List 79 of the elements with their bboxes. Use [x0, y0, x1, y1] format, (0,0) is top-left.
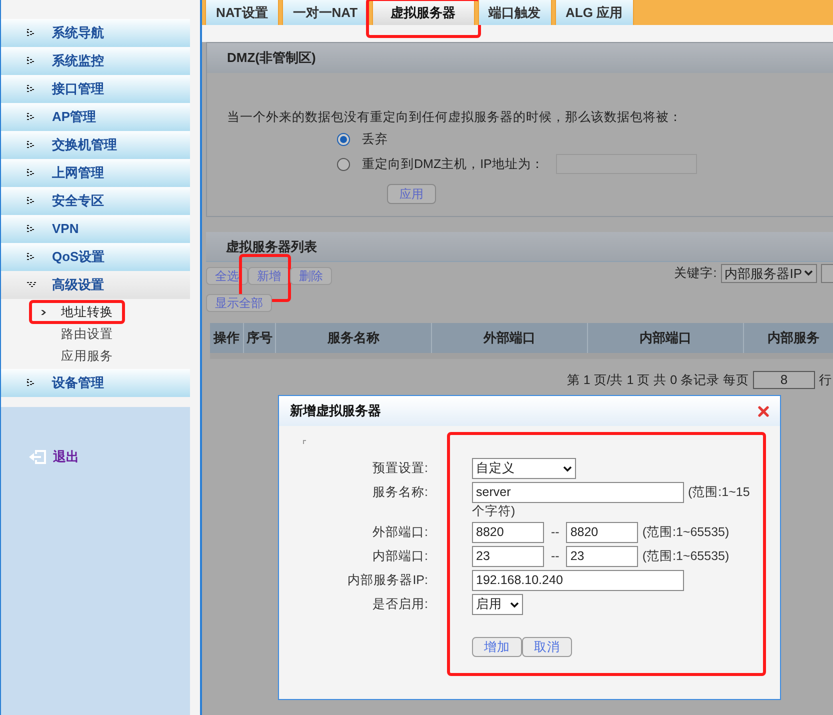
- field-label: 内部端口:: [372, 548, 429, 565]
- sidebar-subitem[interactable]: 应用服务: [61, 346, 113, 366]
- hint-text: (范围:1~15: [688, 484, 750, 502]
- tab[interactable]: 虚拟服务器: [372, 0, 475, 25]
- chevron-right-icon: [27, 113, 37, 121]
- input-field[interactable]: 8820: [566, 522, 638, 543]
- arrow-right-icon: [41, 310, 48, 314]
- input-field[interactable]: 23: [566, 546, 638, 567]
- field-label: 外部端口:: [372, 524, 429, 541]
- column-header: 外部端口: [432, 322, 588, 353]
- section-header: 虚拟服务器列表: [206, 232, 833, 262]
- dialog-title: 新增虚拟服务器: [290, 402, 381, 420]
- tab[interactable]: 端口触发: [478, 0, 552, 25]
- field-label: 是否启用:: [372, 596, 429, 613]
- chevron-right-icon: [27, 379, 37, 387]
- logout-link[interactable]: 退出: [53, 447, 79, 466]
- field-label: 内部服务器IP:: [346, 572, 429, 589]
- pagination-text: 第 1 页/共 1 页 共 0 条记录 每页: [566, 372, 749, 389]
- input-field[interactable]: 8820: [472, 522, 544, 543]
- chevron-right-icon: [27, 253, 37, 261]
- sidebar-item[interactable]: 接口管理: [1, 75, 190, 103]
- tab[interactable]: 一对一NAT: [282, 0, 369, 25]
- keyword-select[interactable]: 内部服务器IP: [720, 264, 817, 283]
- sidebar-item[interactable]: 设备管理: [1, 369, 190, 397]
- exit-icon: [29, 448, 47, 465]
- corner-mark-icon: [303, 440, 306, 444]
- radio-label: 重定向到DMZ主机，IP地址为：: [362, 156, 544, 173]
- chevron-right-icon: [27, 169, 37, 177]
- input-field[interactable]: 192.168.10.240: [472, 570, 684, 591]
- sidebar-item[interactable]: VPN: [1, 215, 190, 243]
- close-icon[interactable]: [758, 406, 769, 416]
- chevron-down-icon: [804, 270, 813, 276]
- column-header: 内部服务: [744, 322, 833, 353]
- sidebar-item[interactable]: QoS设置: [1, 243, 190, 271]
- select-field[interactable]: 启用: [472, 594, 523, 615]
- hint-text: (范围:1~65535): [642, 548, 730, 566]
- chevron-right-icon: [27, 85, 37, 93]
- field-label: 服务名称:: [372, 484, 429, 501]
- column-header: 操作: [210, 322, 244, 353]
- chevron-right-icon: [27, 29, 37, 37]
- chevron-right-icon: [27, 225, 37, 233]
- chevron-right-icon: [27, 57, 37, 65]
- radio-label: 丢弃: [362, 130, 388, 148]
- section-header: DMZ(非管制区): [207, 43, 833, 73]
- sidebar-item[interactable]: 交换机管理: [1, 131, 190, 159]
- range-separator: --: [550, 548, 560, 566]
- radio-button[interactable]: [337, 158, 350, 171]
- search-field[interactable]: [821, 264, 833, 283]
- dialog-button[interactable]: 取消: [522, 637, 572, 657]
- sidebar-item[interactable]: AP管理: [1, 103, 190, 131]
- keyword-label: 关键字:: [674, 264, 717, 282]
- field-label: 预置设置:: [372, 460, 429, 477]
- sidebar-item[interactable]: 系统监控: [1, 47, 190, 75]
- sidebar-item[interactable]: 上网管理: [1, 159, 190, 187]
- range-separator: --: [550, 524, 560, 542]
- description-text: 当一个外来的数据包没有重定向到任何虚拟服务器的时候，那么该数据包将被：: [227, 109, 683, 126]
- hint-text: 个字符): [472, 503, 516, 519]
- dialog-button[interactable]: 增加: [472, 637, 522, 657]
- sidebar-subitem[interactable]: 路由设置: [61, 324, 113, 344]
- radio-button[interactable]: [337, 132, 350, 146]
- sidebar-subitem[interactable]: 地址转换: [61, 302, 113, 322]
- chevron-down-icon: [27, 281, 37, 289]
- per-page-field[interactable]: 8: [753, 371, 815, 390]
- column-header: 服务名称: [276, 322, 432, 353]
- select-field[interactable]: 自定义: [472, 458, 576, 479]
- tab[interactable]: NAT设置: [205, 0, 279, 25]
- hint-text: (范围:1~65535): [642, 524, 730, 542]
- chevron-right-icon: [27, 197, 37, 205]
- tab[interactable]: ALG 应用: [554, 0, 634, 25]
- column-header: 序号: [244, 322, 276, 353]
- input-field[interactable]: 23: [472, 546, 544, 567]
- column-header: 内部端口: [588, 322, 744, 353]
- pagination-unit: 行: [819, 372, 832, 389]
- chevron-right-icon: [27, 141, 37, 149]
- input-field[interactable]: server: [472, 482, 684, 503]
- chevron-down-icon: [510, 602, 519, 608]
- chevron-down-icon: [563, 466, 572, 472]
- sidebar-item[interactable]: 安全专区: [1, 187, 190, 215]
- sidebar-item[interactable]: 系统导航: [1, 19, 190, 47]
